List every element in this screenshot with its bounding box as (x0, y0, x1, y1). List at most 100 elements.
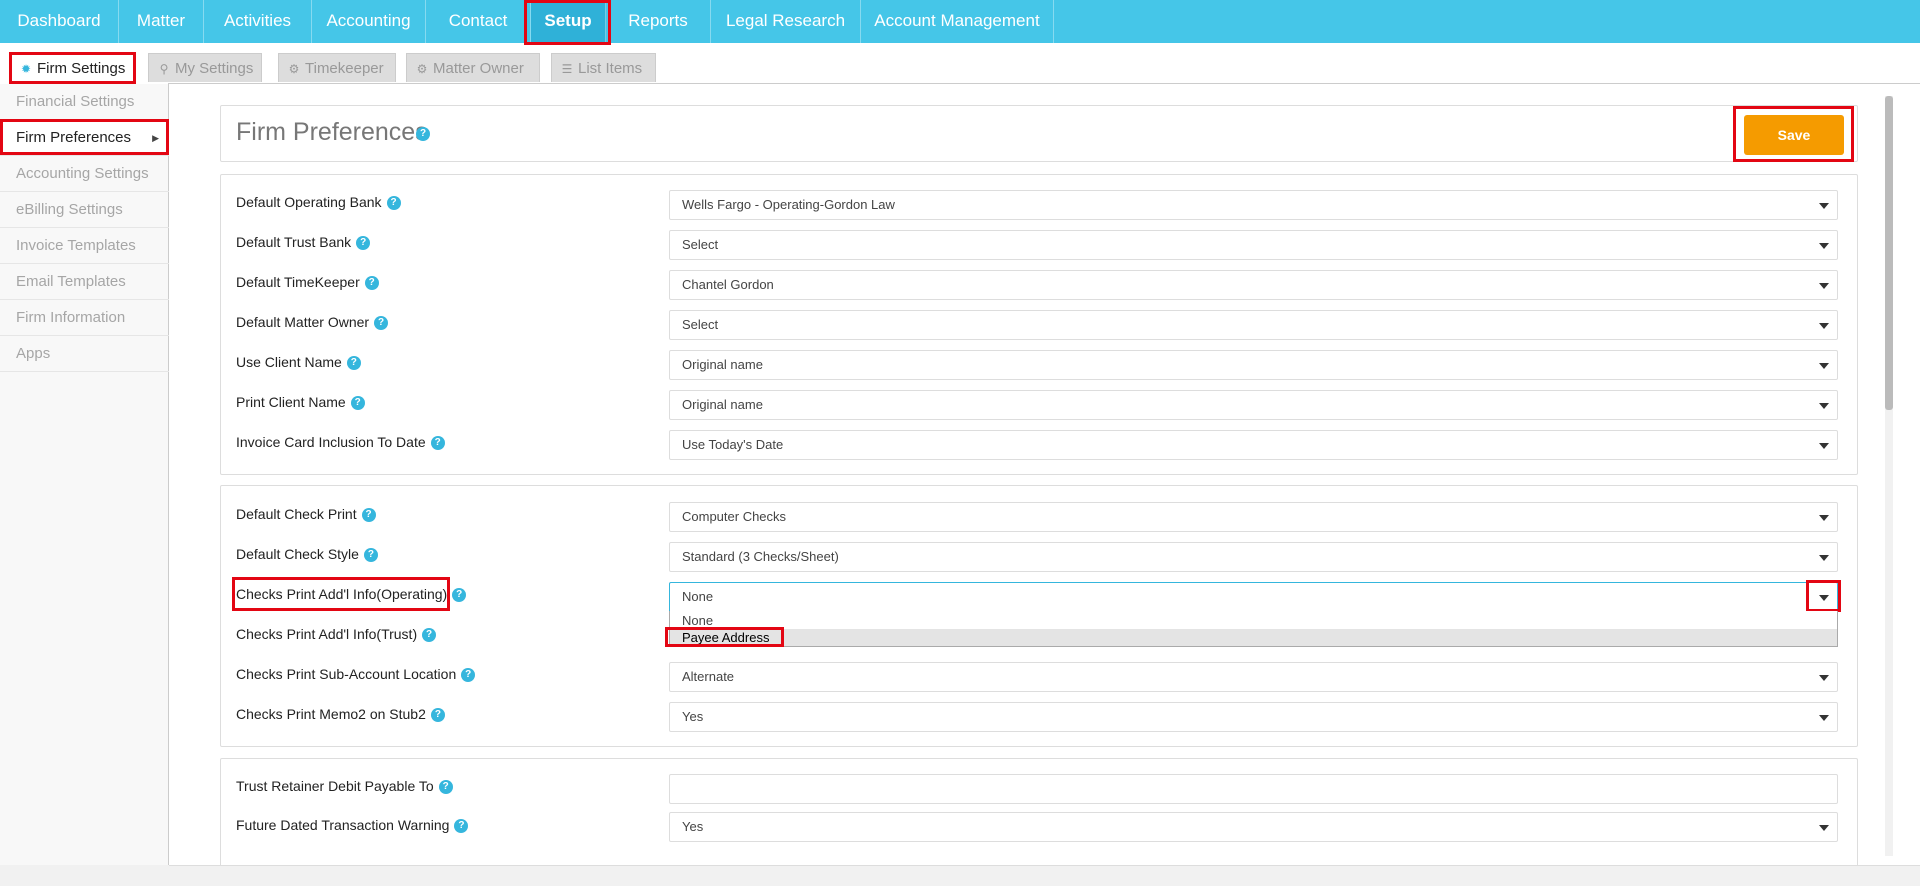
label-future-dated-warning: Future Dated Transaction Warning? (236, 815, 469, 835)
chevron-down-icon (1819, 555, 1829, 561)
sidebar-item-label: Firm Preferences (16, 129, 132, 146)
header-panel (220, 105, 1858, 162)
chevron-down-icon (1819, 715, 1829, 721)
help-icon[interactable]: ? (452, 588, 467, 603)
caret-right-icon: ▶ (152, 133, 159, 143)
help-icon[interactable]: ? (461, 668, 476, 683)
label-default-operating-bank: Default Operating Bank? (236, 192, 401, 212)
help-icon[interactable]: ? (386, 196, 401, 211)
select-default-check-print[interactable]: Computer Checks (669, 502, 1838, 532)
save-button[interactable]: Save (1744, 115, 1844, 155)
nav-matter[interactable]: Matter (119, 0, 204, 43)
label-default-trust-bank: Default Trust Bank? (236, 232, 371, 252)
sidebar-item-invoice-templates[interactable]: Invoice Templates (0, 228, 169, 264)
scrollbar-thumb[interactable] (1885, 96, 1893, 410)
nav-account-management[interactable]: Account Management (861, 0, 1054, 43)
label-invoice-card-inclusion: Invoice Card Inclusion To Date? (236, 432, 445, 452)
gear-icon: ⚙ (416, 62, 428, 76)
label-trust-retainer-payable: Trust Retainer Debit Payable To? (236, 776, 453, 796)
select-print-client-name[interactable]: Original name (669, 390, 1838, 420)
label-use-client-name: Use Client Name? (236, 352, 361, 372)
chevron-down-icon (1819, 243, 1829, 249)
label-checks-sub-account-location: Checks Print Sub-Account Location? (236, 664, 476, 684)
help-icon[interactable]: ? (416, 127, 430, 141)
nav-activities[interactable]: Activities (204, 0, 312, 43)
gears-icon: ⚙ (288, 62, 300, 76)
select-checks-memo2-stub2[interactable]: Yes (669, 702, 1838, 732)
chevron-down-icon (1819, 675, 1829, 681)
label-default-check-print: Default Check Print? (236, 504, 376, 524)
help-icon[interactable]: ? (361, 508, 376, 523)
tab-label: Matter Owner (433, 60, 524, 77)
tab-matter-owner[interactable]: ⚙ Matter Owner (406, 53, 540, 82)
select-invoice-card-inclusion[interactable]: Use Today's Date (669, 430, 1838, 460)
chevron-down-icon (1819, 595, 1829, 601)
select-default-matter-owner[interactable]: Select (669, 310, 1838, 340)
chevron-down-icon (1819, 403, 1829, 409)
nav-contact[interactable]: Contact (426, 0, 531, 43)
nav-dashboard[interactable]: Dashboard (0, 0, 119, 43)
top-navigation: Dashboard Matter Activities Accounting C… (0, 0, 1920, 43)
sidebar-item-firm-preferences[interactable]: Firm Preferences ▶ (0, 120, 169, 156)
help-icon[interactable]: ? (430, 708, 445, 723)
chevron-down-icon (1819, 443, 1829, 449)
select-default-timekeeper[interactable]: Chantel Gordon (669, 270, 1838, 300)
select-checks-sub-account-location[interactable]: Alternate (669, 662, 1838, 692)
select-future-dated-warning[interactable]: Yes (669, 812, 1838, 842)
gear-icon: ✹ (20, 62, 32, 76)
chevron-down-icon (1819, 363, 1829, 369)
sidebar-item-apps[interactable]: Apps (0, 336, 169, 372)
sidebar: Financial Settings Firm Preferences ▶ Ac… (0, 84, 169, 886)
tab-firm-settings[interactable]: ✹ Firm Settings (10, 53, 134, 82)
nav-setup[interactable]: Setup (531, 0, 606, 43)
bottom-strip (169, 865, 1920, 886)
tab-my-settings[interactable]: ⚲ My Settings (148, 53, 262, 82)
tab-list-items[interactable]: ☰ List Items (551, 53, 656, 82)
input-trust-retainer-payable[interactable] (669, 774, 1838, 804)
label-checks-addl-info-operating: Checks Print Add'l Info(Operating)? (236, 584, 467, 604)
page-title: Firm Preferences (236, 118, 428, 146)
sidebar-item-firm-information[interactable]: Firm Information (0, 300, 169, 336)
label-checks-memo2-stub2: Checks Print Memo2 on Stub2? (236, 704, 445, 724)
tab-label: Timekeeper (305, 60, 384, 77)
nav-reports[interactable]: Reports (606, 0, 711, 43)
help-icon[interactable]: ? (363, 548, 378, 563)
select-default-check-style[interactable]: Standard (3 Checks/Sheet) (669, 542, 1838, 572)
tab-label: List Items (578, 60, 643, 77)
help-icon[interactable]: ? (430, 436, 445, 451)
label-default-check-style: Default Check Style? (236, 544, 378, 564)
select-default-operating-bank[interactable]: Wells Fargo - Operating-Gordon Law (669, 190, 1838, 220)
tab-label: My Settings (175, 60, 254, 77)
nav-accounting[interactable]: Accounting (312, 0, 426, 43)
chevron-down-icon (1819, 515, 1829, 521)
help-icon[interactable]: ? (374, 316, 389, 331)
sidebar-item-financial-settings[interactable]: Financial Settings (0, 84, 169, 120)
select-default-trust-bank[interactable]: Select (669, 230, 1838, 260)
select-checks-addl-info-operating[interactable]: None (669, 582, 1838, 612)
dropdown-option-payee-address[interactable]: Payee Address (670, 629, 1837, 646)
select-use-client-name[interactable]: Original name (669, 350, 1838, 380)
label-print-client-name: Print Client Name? (236, 392, 365, 412)
chevron-down-icon (1819, 283, 1829, 289)
tab-label: Firm Settings (37, 60, 126, 77)
help-icon[interactable]: ? (422, 628, 437, 643)
help-icon[interactable]: ? (350, 396, 365, 411)
sidebar-bottom (0, 865, 169, 886)
nav-legal-research[interactable]: Legal Research (711, 0, 861, 43)
help-icon[interactable]: ? (346, 356, 361, 371)
sidebar-item-email-templates[interactable]: Email Templates (0, 264, 169, 300)
sidebar-item-accounting-settings[interactable]: Accounting Settings (0, 156, 169, 192)
pin-icon: ⚲ (159, 62, 169, 76)
label-default-matter-owner: Default Matter Owner? (236, 312, 389, 332)
help-icon[interactable]: ? (454, 819, 469, 834)
help-icon[interactable]: ? (438, 780, 453, 795)
label-default-timekeeper: Default TimeKeeper? (236, 272, 379, 292)
chevron-down-icon (1819, 825, 1829, 831)
help-icon[interactable]: ? (356, 236, 371, 251)
help-icon[interactable]: ? (364, 276, 379, 291)
chevron-down-icon (1819, 203, 1829, 209)
list-icon: ☰ (561, 62, 573, 76)
dropdown-option-none[interactable]: None (670, 612, 1837, 629)
sidebar-item-ebilling-settings[interactable]: eBilling Settings (0, 192, 169, 228)
tab-timekeeper[interactable]: ⚙ Timekeeper (278, 53, 396, 82)
